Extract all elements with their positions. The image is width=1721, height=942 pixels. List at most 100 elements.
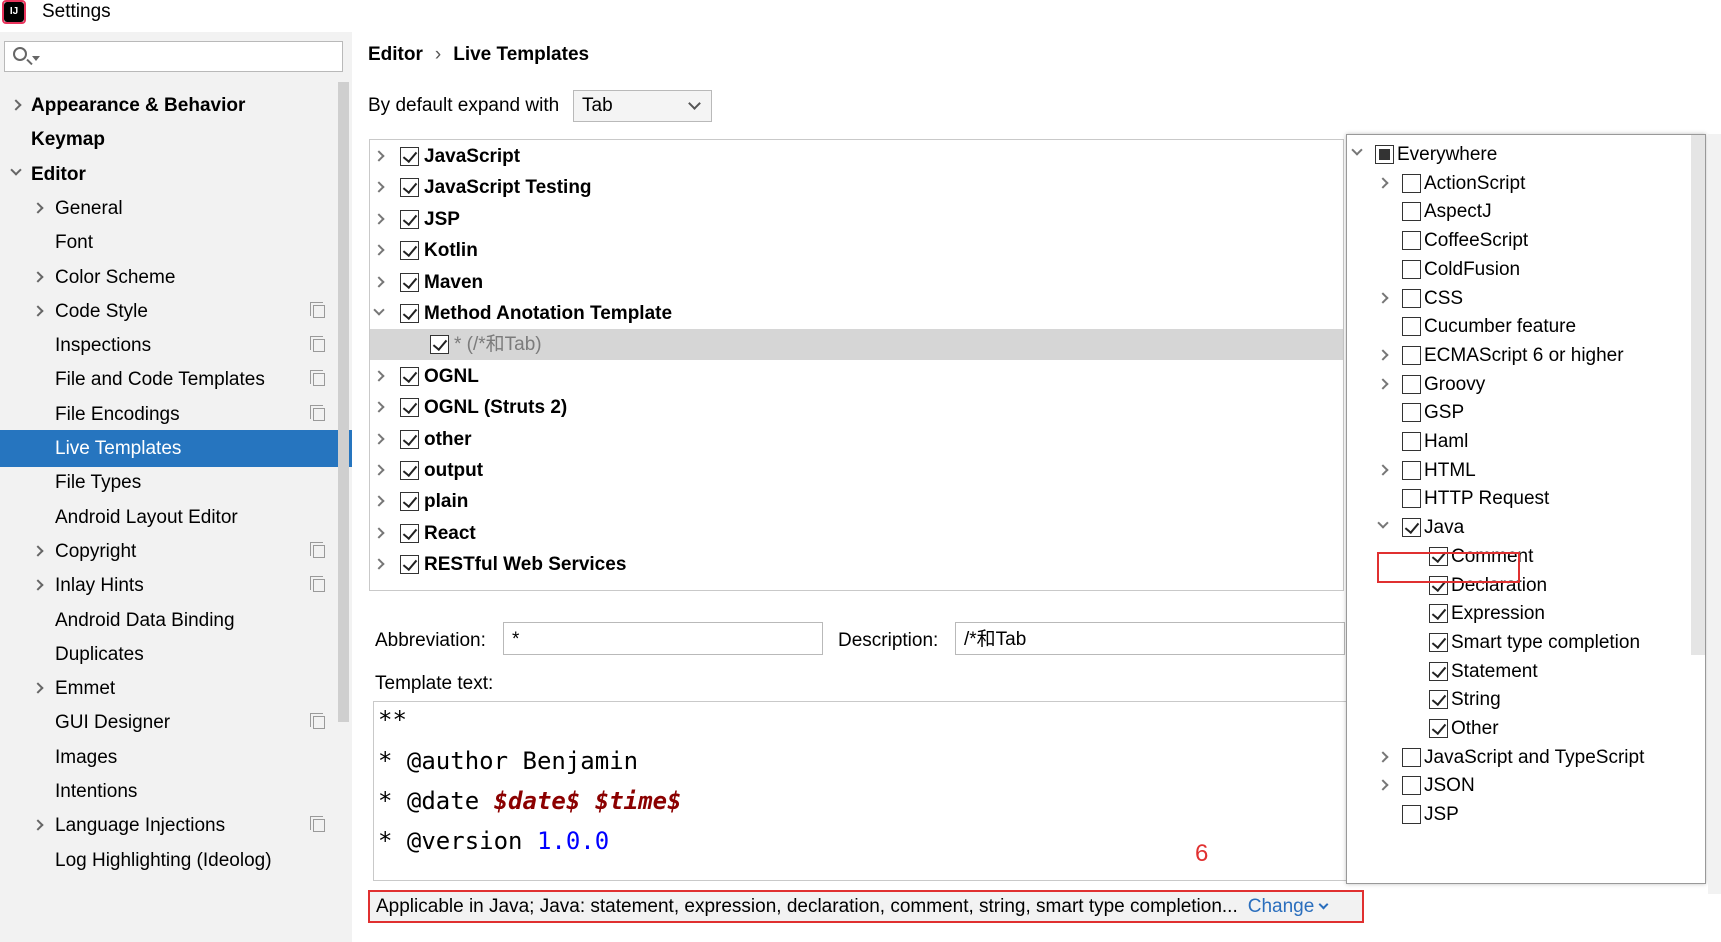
chevron-right-icon[interactable]: [1377, 177, 1389, 189]
template-checkbox[interactable]: [400, 304, 419, 323]
template-checkbox[interactable]: [400, 429, 419, 449]
template-checkbox[interactable]: [400, 241, 419, 261]
context-item-aspectj[interactable]: AspectJ: [1347, 196, 1691, 227]
sidebar-item-inlay-hints[interactable]: Inlay Hints: [0, 567, 352, 604]
sidebar-item-editor[interactable]: Editor: [0, 156, 352, 193]
context-item-groovy[interactable]: Groovy: [1347, 369, 1691, 400]
context-checkbox[interactable]: [1402, 403, 1421, 423]
chevron-right-icon[interactable]: [373, 527, 385, 539]
context-checkbox[interactable]: [1375, 145, 1394, 164]
template-checkbox[interactable]: [400, 209, 419, 229]
sidebar-item-android-layout-editor[interactable]: Android Layout Editor: [0, 499, 352, 536]
sidebar-item-general[interactable]: General: [0, 190, 352, 227]
template-group-row[interactable]: Kotlin: [370, 235, 1343, 266]
context-item-javascript-and-typescript[interactable]: JavaScript and TypeScript: [1347, 742, 1691, 773]
template-checkbox[interactable]: [400, 398, 419, 418]
context-item-smart-type-completion[interactable]: Smart type completion: [1347, 627, 1691, 658]
sidebar-item-appearance-behavior[interactable]: Appearance & Behavior: [0, 87, 352, 124]
context-item-haml[interactable]: Haml: [1347, 426, 1691, 457]
chevron-right-icon[interactable]: [373, 275, 385, 288]
chevron-right-icon[interactable]: [32, 682, 44, 694]
template-group-row[interactable]: output: [370, 455, 1343, 486]
context-item-other[interactable]: Other: [1347, 713, 1691, 744]
template-checkbox[interactable]: [400, 178, 419, 198]
chevron-right-icon[interactable]: [373, 401, 385, 413]
chevron-right-icon[interactable]: [373, 495, 385, 508]
chevron-right-icon[interactable]: [32, 819, 44, 831]
template-checkbox[interactable]: [400, 523, 419, 543]
context-checkbox[interactable]: [1402, 288, 1421, 308]
chevron-down-icon[interactable]: [1377, 517, 1389, 529]
sidebar-item-android-data-binding[interactable]: Android Data Binding: [0, 602, 352, 639]
context-item-statement[interactable]: Statement: [1347, 656, 1691, 687]
sidebar-item-keymap[interactable]: Keymap: [0, 121, 352, 158]
context-checkbox[interactable]: [1402, 432, 1421, 451]
template-checkbox[interactable]: [400, 147, 419, 166]
chevron-right-icon[interactable]: [373, 244, 385, 256]
template-checkbox[interactable]: [400, 366, 419, 386]
sidebar-item-file-encodings[interactable]: File Encodings: [0, 396, 352, 433]
chevron-right-icon[interactable]: [1377, 377, 1389, 390]
context-checkbox[interactable]: [1429, 661, 1448, 681]
context-item-string[interactable]: String: [1347, 684, 1691, 715]
chevron-right-icon[interactable]: [32, 270, 44, 283]
template-group-row[interactable]: JSP: [370, 204, 1343, 235]
context-checkbox[interactable]: [1402, 460, 1421, 480]
template-checkbox[interactable]: [400, 492, 419, 512]
sidebar-item-duplicates[interactable]: Duplicates: [0, 636, 352, 673]
context-item-ecmascript-6-or-higher[interactable]: ECMAScript 6 or higher: [1347, 340, 1691, 371]
template-item[interactable]: * (/*和Tab): [370, 329, 1343, 361]
sidebar-item-log-highlighting-ideolog[interactable]: Log Highlighting (Ideolog): [0, 842, 352, 879]
template-group-row[interactable]: other: [370, 424, 1343, 455]
template-group-row[interactable]: RESTful Web Services: [370, 549, 1343, 580]
sidebar-item-gui-designer[interactable]: GUI Designer: [0, 704, 352, 741]
context-checkbox[interactable]: [1429, 604, 1448, 624]
chevron-right-icon[interactable]: [1377, 291, 1389, 304]
abbreviation-input[interactable]: *: [503, 622, 823, 655]
sidebar-item-font[interactable]: Font: [0, 224, 352, 261]
search-options-icon[interactable]: [32, 56, 40, 61]
sidebar-item-file-types[interactable]: File Types: [0, 464, 352, 501]
template-checkbox[interactable]: [430, 335, 449, 355]
template-checkbox[interactable]: [400, 555, 419, 575]
chevron-down-icon[interactable]: [1351, 144, 1363, 156]
chevron-down-icon[interactable]: [373, 304, 385, 316]
chevron-right-icon[interactable]: [373, 370, 385, 382]
sidebar-item-images[interactable]: Images: [0, 739, 352, 776]
expand-with-select[interactable]: Tab: [573, 90, 712, 122]
sidebar-item-color-scheme[interactable]: Color Scheme: [0, 259, 352, 296]
chevron-right-icon[interactable]: [1377, 751, 1389, 763]
context-checkbox[interactable]: [1402, 173, 1421, 193]
change-context-link[interactable]: Change: [1248, 896, 1329, 917]
description-input[interactable]: /*和Tab: [955, 622, 1345, 655]
template-group-row[interactable]: JavaScript: [370, 141, 1343, 172]
popup-scrollbar[interactable]: [1691, 135, 1705, 655]
context-checkbox[interactable]: [1429, 719, 1448, 738]
context-item-coldfusion[interactable]: ColdFusion: [1347, 254, 1691, 285]
chevron-right-icon[interactable]: [373, 213, 385, 225]
context-checkbox[interactable]: [1402, 374, 1421, 394]
settings-search-input[interactable]: [4, 41, 343, 72]
context-item-everywhere[interactable]: Everywhere: [1347, 139, 1691, 170]
template-group-row[interactable]: React: [370, 518, 1343, 549]
context-checkbox[interactable]: [1402, 518, 1421, 538]
chevron-right-icon[interactable]: [32, 305, 44, 317]
breadcrumb-parent[interactable]: Editor: [368, 44, 423, 65]
template-group-row[interactable]: Maven: [370, 267, 1343, 298]
chevron-right-icon[interactable]: [10, 99, 22, 111]
context-checkbox[interactable]: [1402, 231, 1421, 251]
context-item-expression[interactable]: Expression: [1347, 598, 1691, 629]
context-item-java[interactable]: Java: [1347, 512, 1691, 543]
context-item-jsp[interactable]: JSP: [1347, 799, 1691, 830]
chevron-right-icon[interactable]: [373, 558, 385, 570]
chevron-right-icon[interactable]: [32, 579, 44, 591]
chevron-right-icon[interactable]: [32, 545, 44, 557]
context-item-json[interactable]: JSON: [1347, 770, 1691, 801]
template-group-row[interactable]: JavaScript Testing: [370, 172, 1343, 203]
template-checkbox[interactable]: [400, 461, 419, 480]
context-checkbox[interactable]: [1402, 489, 1421, 509]
context-checkbox[interactable]: [1429, 632, 1448, 652]
context-checkbox[interactable]: [1402, 317, 1421, 337]
template-group-row[interactable]: Method Anotation Template: [370, 298, 1343, 329]
context-checkbox[interactable]: [1402, 805, 1421, 825]
